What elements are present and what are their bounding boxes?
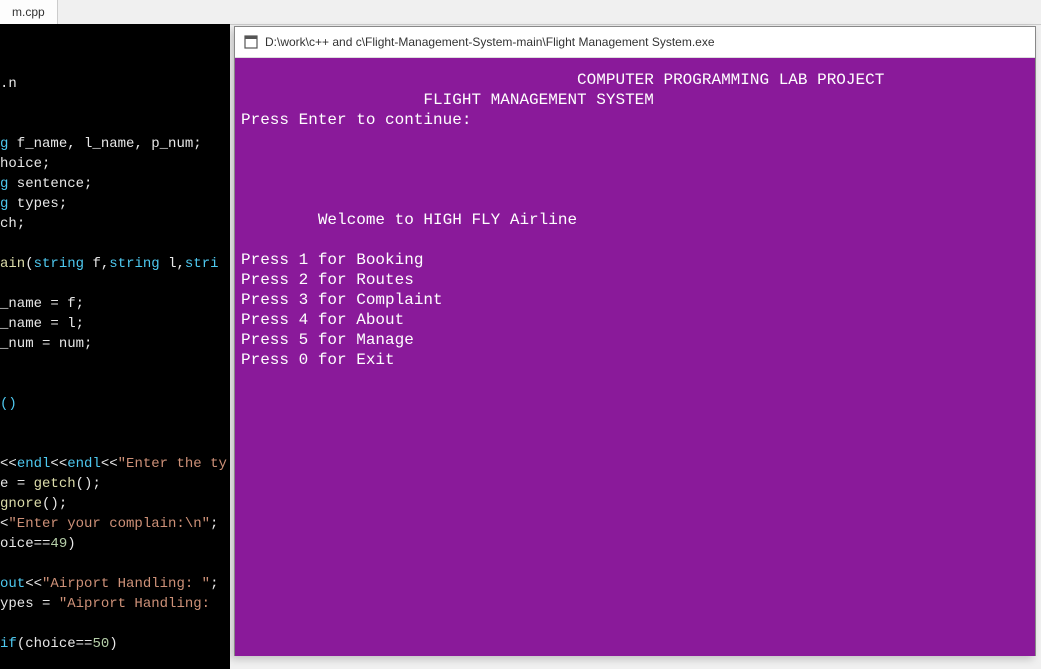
code-line: ain(string f,string l,stri xyxy=(0,254,230,274)
code-line: g sentence; xyxy=(0,174,230,194)
code-line: g f_name, l_name, p_num; xyxy=(0,134,230,154)
code-line: g types; xyxy=(0,194,230,214)
code-editor[interactable]: .n g f_name, l_name, p_num;hoice;g sente… xyxy=(0,24,230,669)
code-line: oice==49) xyxy=(0,534,230,554)
code-line: _num = num; xyxy=(0,334,230,354)
code-line: <"Enter your complain:\n"; xyxy=(0,514,230,534)
code-line: hoice; xyxy=(0,154,230,174)
code-line: e = getch(); xyxy=(0,474,230,494)
code-line: <<endl<<endl<<"Enter the ty xyxy=(0,454,230,474)
console-window: D:\work\c++ and c\Flight-Management-Syst… xyxy=(234,26,1036,656)
code-line xyxy=(0,414,230,434)
code-line xyxy=(0,114,230,134)
window-titlebar[interactable]: D:\work\c++ and c\Flight-Management-Syst… xyxy=(235,27,1035,58)
console-output[interactable]: COMPUTER PROGRAMMING LAB PROJECT FLIGHT … xyxy=(235,58,1035,656)
code-line: () xyxy=(0,394,230,414)
tab-label: m.cpp xyxy=(12,5,45,19)
code-line: ch; xyxy=(0,214,230,234)
tab-bar: m.cpp xyxy=(0,0,1041,25)
code-line xyxy=(0,434,230,454)
code-line xyxy=(0,614,230,634)
code-line: .n xyxy=(0,74,230,94)
code-line: gnore(); xyxy=(0,494,230,514)
code-line: if(choice==50) xyxy=(0,634,230,654)
code-line: _name = l; xyxy=(0,314,230,334)
code-line: out<<"Airport Handling: "; xyxy=(0,574,230,594)
code-line: ypes = "Aiprort Handling: xyxy=(0,594,230,614)
code-line xyxy=(0,554,230,574)
code-line xyxy=(0,374,230,394)
code-line xyxy=(0,354,230,374)
code-line: _name = f; xyxy=(0,294,230,314)
console-icon xyxy=(243,34,259,50)
code-line xyxy=(0,234,230,254)
window-title: D:\work\c++ and c\Flight-Management-Syst… xyxy=(265,35,715,49)
code-line xyxy=(0,274,230,294)
code-line xyxy=(0,94,230,114)
file-tab[interactable]: m.cpp xyxy=(0,0,58,24)
